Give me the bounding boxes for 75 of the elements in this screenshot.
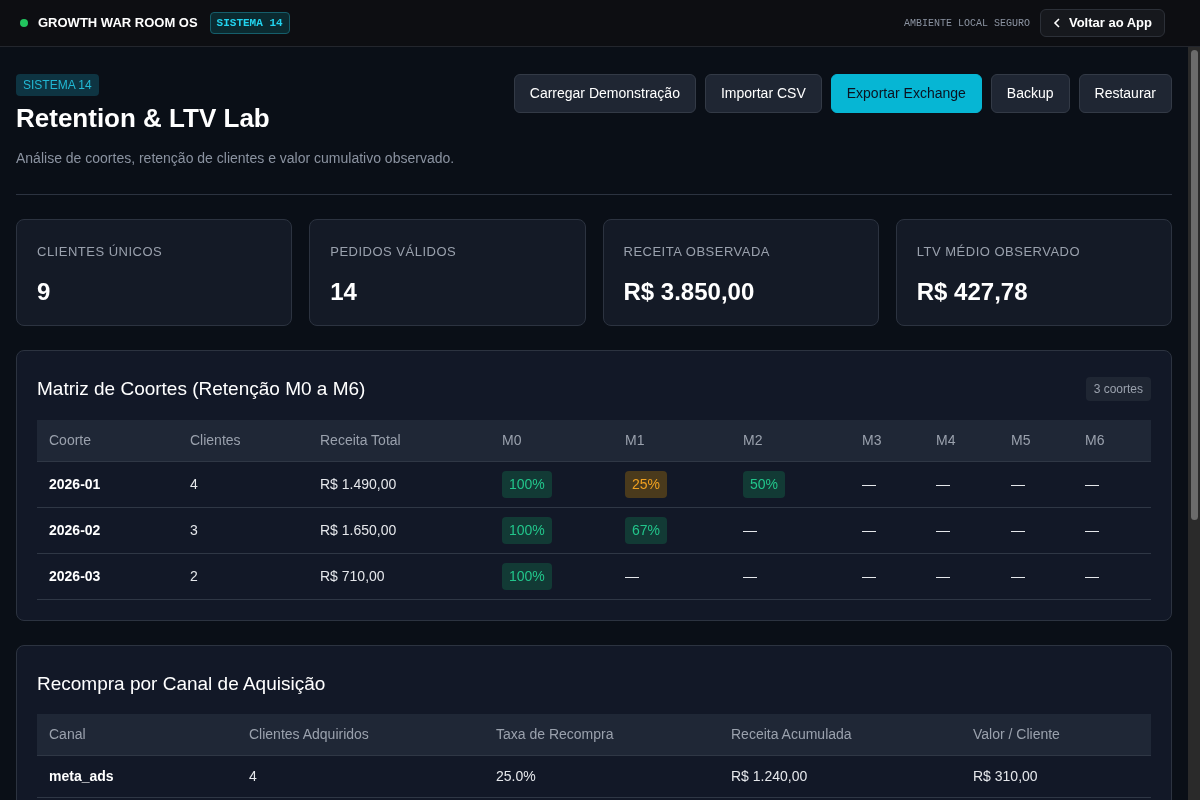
column-header: M0 xyxy=(502,430,522,450)
table-cell-text: — xyxy=(743,520,757,540)
app-title: GROWTH WAR ROOM OS xyxy=(38,14,198,33)
action-button[interactable]: Carregar Demonstração xyxy=(513,74,696,113)
stat-value: R$ 427,78 xyxy=(916,276,1029,307)
action-button[interactable]: Restaurar xyxy=(1078,74,1172,113)
column-header: Valor / Cliente xyxy=(973,725,1060,744)
column-header: Clientes xyxy=(190,430,241,450)
stat-value: R$ 3.850,00 xyxy=(623,276,756,307)
system-badge: SISTEMA 14 xyxy=(209,11,290,35)
system-tag: SISTEMA 14 xyxy=(16,74,99,96)
table-cell-text: — xyxy=(743,566,757,586)
table-cell-text: 2026-01 xyxy=(49,474,101,494)
action-button[interactable]: Backup xyxy=(990,74,1070,113)
environment-label: AMBIENTE LOCAL SEGURO xyxy=(903,16,1030,31)
retention-pill: 100% xyxy=(502,516,552,544)
action-button[interactable]: Importar CSV xyxy=(704,74,822,113)
retention-pill: 67% xyxy=(625,516,668,544)
column-header: Receita Acumulada xyxy=(731,725,852,744)
column-header: Taxa de Recompra xyxy=(496,725,614,744)
chevron-left-icon xyxy=(1052,18,1061,28)
panel-title: Recompra por Canal de Aquisição xyxy=(37,671,327,696)
table-cell-text: meta_ads xyxy=(49,767,114,786)
table-cell-text: — xyxy=(1011,520,1025,540)
table-cell-text: R$ 1.240,00 xyxy=(731,767,808,786)
column-header: M5 xyxy=(1011,430,1031,450)
table-cell-text: — xyxy=(936,566,950,586)
table-cell-text: R$ 310,00 xyxy=(973,767,1038,786)
stat-label: PEDIDOS VÁLIDOS xyxy=(330,243,458,261)
column-header: Coorte xyxy=(49,430,92,450)
table-cell-text: 25.0% xyxy=(496,767,536,786)
scrollbar[interactable] xyxy=(1188,47,1200,800)
column-header: M2 xyxy=(743,430,763,450)
table-cell-text: 2026-02 xyxy=(49,520,101,540)
column-header: Canal xyxy=(49,725,86,744)
table-cell-text: R$ 710,00 xyxy=(320,566,385,586)
stat-label: LTV MÉDIO OBSERVADO xyxy=(916,243,1082,261)
retention-pill: 100% xyxy=(502,562,552,590)
retention-pill: 25% xyxy=(625,470,668,498)
table-cell-text: — xyxy=(862,474,876,494)
table-cell-text: — xyxy=(936,474,950,494)
stat-label: CLIENTES ÚNICOS xyxy=(37,243,164,261)
column-header: M4 xyxy=(936,430,956,450)
retention-pill: 50% xyxy=(743,470,786,498)
stat-value: 9 xyxy=(37,276,52,307)
table-cell-text: — xyxy=(862,566,876,586)
panel-title: Matriz de Coortes (Retenção M0 a M6) xyxy=(37,377,366,401)
back-button[interactable]: Voltar ao App xyxy=(1039,9,1165,37)
table-cell-text: — xyxy=(1085,520,1099,540)
table-cell-text: 4 xyxy=(249,767,257,786)
page-title: Retention & LTV Lab xyxy=(16,102,270,134)
column-header: Clientes Adquiridos xyxy=(249,725,369,744)
table-cell-text: R$ 1.490,00 xyxy=(320,474,397,494)
action-button[interactable]: Exportar Exchange xyxy=(830,74,982,113)
page-subtitle: Análise de coortes, retenção de clientes e valor cumulativo observado. xyxy=(16,149,455,168)
table-cell-text: R$ 1.650,00 xyxy=(320,520,397,540)
column-header: M3 xyxy=(862,430,882,450)
stat-value: 14 xyxy=(330,276,358,307)
retention-pill: 100% xyxy=(502,470,552,498)
column-header: M1 xyxy=(625,430,645,450)
table-cell-text: 2026-03 xyxy=(49,566,101,586)
table-cell-text: — xyxy=(625,566,639,586)
stat-label: RECEITA OBSERVADA xyxy=(623,243,771,261)
table-cell-text: — xyxy=(1011,566,1025,586)
table-cell-text: — xyxy=(936,520,950,540)
cohort-count: 3 coortes xyxy=(1085,377,1151,402)
table-cell-text: 4 xyxy=(190,474,198,494)
table-cell-text: 3 xyxy=(190,520,198,540)
table-cell-text: — xyxy=(1085,474,1099,494)
table-cell-text: 2 xyxy=(190,566,198,586)
column-header: Receita Total xyxy=(320,430,401,450)
table-cell-text: — xyxy=(862,520,876,540)
table-cell-text: — xyxy=(1085,566,1099,586)
column-header: M6 xyxy=(1085,430,1105,450)
table-cell-text: — xyxy=(1011,474,1025,494)
